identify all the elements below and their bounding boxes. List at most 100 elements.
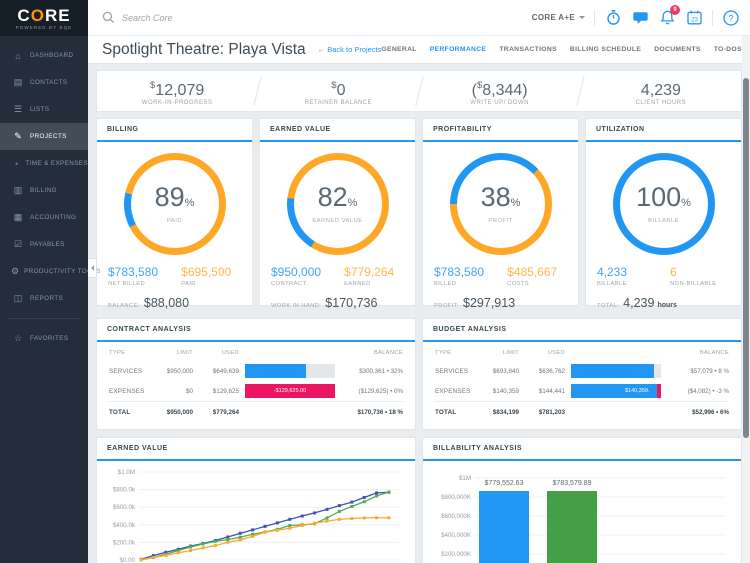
donut-cards-row: BILLING 89% PAID $783,580 NET BILLED $695… [96, 118, 742, 310]
contract-analysis-card: CONTRACT ANALYSIS TYPE LIMIT USED BALANCE S… [96, 318, 416, 430]
utilization-card: UTILIZATION 100% BILLABLE 4,233 BILLABLE … [585, 118, 742, 310]
sidebar-item-billing[interactable]: ▥ BILLING [0, 177, 88, 204]
billability-analysis-card: BILLABILITY ANALYSIS $1M $800,000K $600,00… [422, 437, 742, 563]
table-row: SERVICES $950,000 $649,639 $300,361 • 32… [109, 361, 403, 381]
utilization-donut-chart[interactable]: 100% BILLABLE [612, 153, 715, 255]
card-title: BILLING [97, 119, 252, 142]
card-title: PROFITABILITY [423, 119, 578, 142]
kpi-strip: $12,079 WORK-IN-PROGRESS $0 RETAINER BAL… [96, 70, 742, 112]
bqe-core-app: CORE POWERED BY BQE ⌂ DASHBOARD ▤ CONTACTS… [0, 0, 750, 563]
table-row: EXPENSES $0 $129,625 -$129,625.00 ($129,… [109, 381, 403, 401]
billable-percent: 100% [636, 182, 691, 212]
global-search [102, 11, 532, 24]
notifications-button[interactable]: 9 [658, 4, 680, 27]
net-billed-stat: $783,580 NET BILLED [108, 265, 159, 287]
total-hours: TOTAL: 4,239 hours [597, 296, 677, 310]
costs-stat: $485,667 COSTS [507, 265, 558, 287]
home-icon: ⌂ [15, 50, 21, 61]
svg-text:$400.0k: $400.0k [113, 522, 136, 529]
messages-button[interactable] [631, 9, 649, 27]
profitability-donut-chart[interactable]: 38% PROFIT [449, 153, 552, 255]
vertical-scrollbar[interactable] [742, 36, 750, 563]
calendar-icon: 23 [686, 10, 702, 25]
sidebar-item-lists[interactable]: ☰ LISTS [0, 96, 88, 123]
billing-donut-chart[interactable]: 89% PAID [123, 153, 226, 255]
card-title: UTILIZATION [586, 119, 741, 142]
table-row: SERVICES $693,840 $636,762 $57,079 • 8 % [435, 361, 729, 381]
sidebar-item-accounting[interactable]: ▦ ACCOUNTING [0, 204, 88, 231]
table-row: EXPENSES $140,359 $144,441 $140,359.00 (… [435, 381, 729, 401]
svg-text:$779,552.63: $779,552.63 [485, 480, 524, 487]
sidebar-item-time-expenses[interactable]: ◔ TIME & EXPENSES [0, 150, 88, 177]
calendar-button[interactable]: 23 [685, 9, 703, 27]
contacts-icon: ▤ [13, 77, 23, 87]
tab-documents[interactable]: DOCUMENTS [654, 46, 701, 53]
search-input[interactable] [122, 12, 302, 23]
lists-icon: ☰ [13, 104, 23, 114]
tab-to-dos[interactable]: TO-DOS [714, 46, 742, 53]
timer-button[interactable] [604, 9, 622, 27]
earned-value-line-chart[interactable]: $1.0M $800.0k $600.0k $400.0k $200.0k $0.00 [101, 463, 405, 563]
kpi-work-in-progress: $12,079 WORK-IN-PROGRESS [141, 79, 213, 106]
sidebar-item-projects[interactable]: ✎ PROJECTS [0, 123, 88, 150]
svg-text:$200.0k: $200.0k [113, 539, 136, 546]
table-header: TYPE LIMIT USED BALANCE [435, 349, 729, 356]
services-usage-bar [571, 364, 661, 378]
accounting-icon: ▦ [13, 212, 23, 222]
sidebar-item-payables[interactable]: ☑ PAYABLES [0, 231, 88, 258]
table-total-row: TOTAL $950,000 $779,264 $170,736 • 18 % [109, 401, 403, 422]
table-total-row: TOTAL $834,199 $781,203 $52,996 • 6% [435, 401, 729, 422]
billability-bar-chart[interactable]: $1M $800,000K $600,000K $400,000K $200,000K $… [427, 463, 731, 563]
kpi-write-up-down: ($8,344) WRITE UP/ DOWN [470, 79, 529, 106]
help-icon: ? [723, 9, 739, 26]
clock-icon: ◔ [12, 158, 19, 169]
profit-total: PROFIT: $297,913 [434, 296, 516, 310]
sidebar-item-contacts[interactable]: ▤ CONTACTS [0, 69, 88, 96]
core-logo[interactable]: CORE POWERED BY BQE [0, 0, 88, 36]
billing-icon: ▥ [13, 185, 23, 195]
help-button[interactable]: ? [722, 9, 740, 27]
sidebar-item-favorites[interactable]: ☆ FAVORITES [0, 325, 88, 352]
scrollbar-thumb[interactable] [743, 78, 749, 438]
back-to-projects-link[interactable]: ← Back to Projects [318, 45, 382, 54]
notification-badge: 9 [670, 4, 680, 15]
svg-text:$783,579.89: $783,579.89 [553, 480, 592, 487]
paid-stat: $695,500 PAID [181, 265, 232, 287]
sidebar-item-dashboard[interactable]: ⌂ DASHBOARD [0, 42, 88, 69]
card-title: CONTRACT ANALYSIS [97, 319, 415, 342]
performance-dashboard: $12,079 WORK-IN-PROGRESS $0 RETAINER BAL… [88, 64, 750, 563]
sidebar-collapse-button[interactable] [88, 258, 97, 278]
topbar-divider [594, 9, 595, 26]
title-bar: Spotlight Theatre: Playa Vista ← Back to… [88, 36, 750, 64]
billing-card: BILLING 89% PAID $783,580 NET BILLED $695… [96, 118, 253, 310]
earned-value-percent: 82% [317, 182, 358, 212]
logo-text: CORE [17, 5, 71, 25]
tab-transactions[interactable]: TRANSACTIONS [499, 46, 557, 53]
svg-text:$0.00: $0.00 [120, 557, 136, 563]
expenses-usage-bar: $140,359.00 [571, 384, 661, 398]
tab-billing-schedule[interactable]: BILLING SCHEDULE [570, 46, 641, 53]
company-switcher[interactable]: CORE A+E [532, 13, 585, 22]
sidebar-divider [8, 318, 80, 319]
svg-text:$800.0k: $800.0k [113, 487, 136, 494]
sidebar-item-productivity-tools[interactable]: ⚙ PRODUCTIVITY TOOLS [0, 258, 101, 285]
payables-icon: ☑ [13, 239, 23, 249]
page-title: Spotlight Theatre: Playa Vista [102, 40, 306, 58]
work-in-hand: WORK IN HAND: $170,736 [271, 296, 378, 310]
sidebar-nav: ⌂ DASHBOARD ▤ CONTACTS ☰ LISTS ✎ PROJECTS ◔ T… [0, 36, 101, 352]
charts-row: EARNED VALUE $1.0M $800.0k $600.0k $400.0k $… [96, 437, 742, 563]
budget-analysis-card: BUDGET ANALYSIS TYPE LIMIT USED BALANCE SER… [422, 318, 742, 430]
non-billable-stat: 6 NON-BILLABLE [670, 265, 717, 287]
earned-stat: $779,264 EARNED [344, 265, 395, 287]
card-title: EARNED VALUE [97, 438, 415, 461]
earned-value-donut-chart[interactable]: 82% EARNED VALUE [286, 153, 389, 255]
card-title: BUDGET ANALYSIS [423, 319, 741, 342]
tab-general[interactable]: GENERAL [381, 46, 416, 53]
sidebar: CORE POWERED BY BQE ⌂ DASHBOARD ▤ CONTACTS… [0, 0, 101, 563]
sidebar-item-reports[interactable]: ◫ REPORTS [0, 285, 88, 312]
expenses-usage-bar: -$129,625.00 [245, 384, 335, 398]
svg-text:?: ? [728, 13, 733, 23]
analysis-row: CONTRACT ANALYSIS TYPE LIMIT USED BALANCE S… [96, 318, 742, 430]
contract-stat: $950,000 CONTRACT [271, 265, 322, 287]
tab-performance[interactable]: PERFORMANCE [430, 46, 487, 53]
